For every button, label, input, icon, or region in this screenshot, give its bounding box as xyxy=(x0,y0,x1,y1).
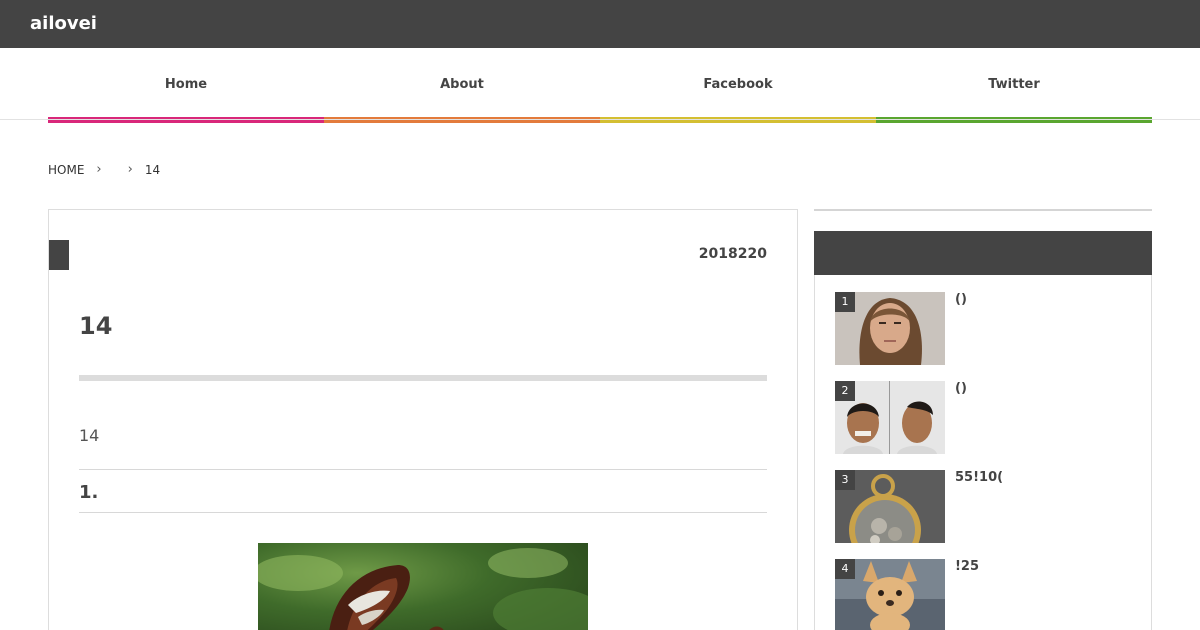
mugshot-men-thumbnail[interactable]: 2 xyxy=(835,381,945,454)
sidebar-top-rule xyxy=(814,209,1152,211)
chevron-right-icon: › xyxy=(96,162,102,177)
rank-title[interactable]: !25 xyxy=(955,559,979,574)
breadcrumb-home[interactable]: HOME xyxy=(48,163,84,177)
nav-label: Facebook xyxy=(703,77,773,92)
site-header: ailovei xyxy=(0,0,1200,48)
rank-number: 2 xyxy=(835,381,855,401)
sidebar-header xyxy=(814,231,1152,275)
rank-title[interactable]: () xyxy=(955,292,967,307)
global-nav: Home About Facebook Twitter xyxy=(48,48,1152,123)
section-heading: 1. xyxy=(79,482,99,503)
list-item[interactable]: 2 () xyxy=(835,381,1135,454)
post-date: 2018220 xyxy=(698,246,767,262)
butterfly-image xyxy=(258,543,588,630)
nav-label: Home xyxy=(164,77,208,92)
list-item[interactable]: 3 55!10( xyxy=(835,470,1135,543)
breadcrumb-current: 14 xyxy=(144,162,161,177)
chihuahua-puppy-thumbnail[interactable]: 4 xyxy=(835,559,945,630)
nav-color-bar xyxy=(324,117,600,123)
nav-item-twitter[interactable]: Twitter xyxy=(876,48,1152,123)
article-card: 2018220 14 14 1. xyxy=(48,209,798,630)
list-item[interactable]: 1 () xyxy=(835,292,1135,365)
category-marker[interactable] xyxy=(49,240,69,270)
section-divider-bottom xyxy=(79,512,767,513)
rank-title[interactable]: 55!10( xyxy=(955,470,1003,485)
nav-item-home[interactable]: Home xyxy=(48,48,324,123)
nav-item-facebook[interactable]: Facebook xyxy=(600,48,876,123)
rank-number: 4 xyxy=(835,559,855,579)
mugshot-woman-thumbnail[interactable]: 1 xyxy=(835,292,945,365)
chevron-right-icon: › xyxy=(127,162,133,177)
nav-label: Twitter xyxy=(988,77,1040,92)
nav-divider xyxy=(0,119,1200,120)
nav-color-bar xyxy=(600,117,876,123)
breadcrumb: HOME › › 14 xyxy=(48,162,160,177)
nav-label: About xyxy=(440,77,484,92)
section-divider-top xyxy=(79,469,767,470)
site-title[interactable]: ailovei xyxy=(30,13,97,34)
nav-color-bar xyxy=(48,117,324,123)
rank-title[interactable]: () xyxy=(955,381,967,396)
article-intro: 14 xyxy=(79,426,100,445)
rank-number: 3 xyxy=(835,470,855,490)
pocket-watch-thumbnail[interactable]: 3 xyxy=(835,470,945,543)
nav-color-bar xyxy=(876,117,1152,123)
page-title: 14 xyxy=(79,312,113,340)
rank-number: 1 xyxy=(835,292,855,312)
title-divider xyxy=(79,375,767,381)
nav-item-about[interactable]: About xyxy=(324,48,600,123)
ranking-list: 1 () 2 () 3 55!10(4 !25 xyxy=(814,275,1152,630)
list-item[interactable]: 4 !25 xyxy=(835,559,1135,630)
